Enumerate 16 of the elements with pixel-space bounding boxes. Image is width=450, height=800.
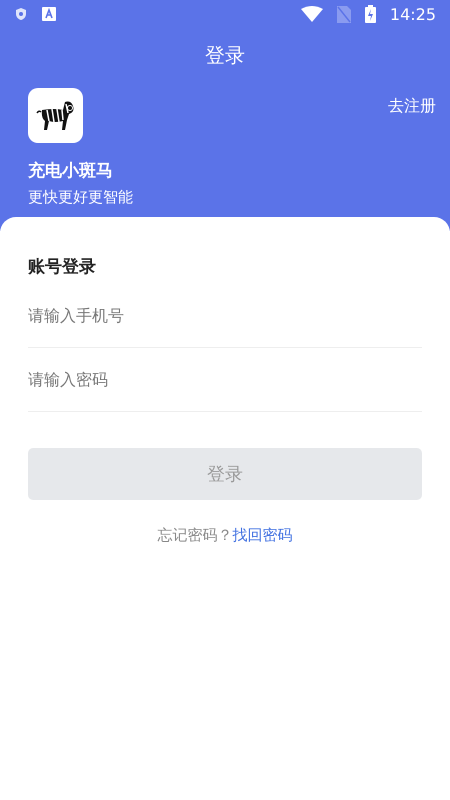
- register-link[interactable]: 去注册: [388, 96, 436, 143]
- password-field[interactable]: 请输入密码: [28, 348, 422, 412]
- page-title: 登录: [205, 42, 245, 68]
- battery-icon: [364, 5, 376, 23]
- app-slogan: 更快更好更智能: [27, 187, 134, 207]
- app-name: 充电小斑马: [27, 160, 114, 182]
- shield-icon: [14, 7, 28, 21]
- form-heading: 账号登录: [28, 256, 97, 278]
- forgot-password-text: 忘记密码？: [158, 526, 232, 544]
- no-sim-icon: [336, 6, 351, 22]
- wifi-icon: [300, 6, 323, 22]
- app-icon: [42, 7, 56, 21]
- recover-password-link[interactable]: 找回密码: [232, 526, 292, 544]
- app-logo-icon: [28, 88, 83, 143]
- phone-field[interactable]: 请输入手机号: [28, 284, 422, 348]
- status-time: 14:25: [390, 4, 436, 24]
